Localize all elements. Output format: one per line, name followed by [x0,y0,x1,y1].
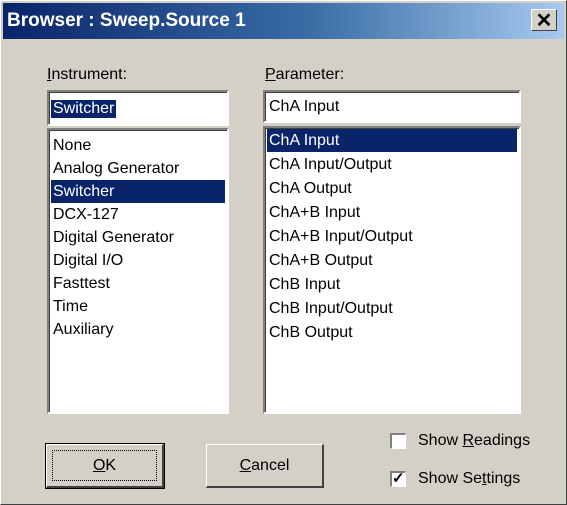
instrument-list-item[interactable]: Analog Generator [51,157,225,180]
window-title: Browser : Sweep.Source 1 [7,10,246,31]
parameter-input-text: ChA Input [269,98,340,115]
parameter-list-item[interactable]: ChA+B Output [267,249,517,272]
parameter-list-item[interactable]: ChA+B Input/Output [267,225,517,248]
browser-dialog: Browser : Sweep.Source 1 ✕ Instrument: S… [0,0,567,505]
instrument-list-item[interactable]: Fasttest [51,272,225,295]
instrument-list[interactable]: None Analog Generator Switcher DCX-127 Digit… [47,128,229,414]
ok-button[interactable]: OK [45,443,165,489]
show-readings-label: Show Readings [418,432,531,449]
instrument-list-item[interactable]: DCX-127 [51,203,225,226]
parameter-list-item[interactable]: ChB Input [267,273,517,296]
instrument-input[interactable]: Switcher [47,90,229,126]
show-settings-checkbox[interactable]: ✓ Show Settings [390,467,520,491]
show-readings-checkbox[interactable]: Show Readings [390,429,530,453]
show-settings-box[interactable]: ✓ [390,470,406,487]
title-bar[interactable]: Browser : Sweep.Source 1 ✕ [3,3,564,39]
parameter-list-item[interactable]: ChA Input/Output [267,153,517,176]
instrument-list-item[interactable]: Digital Generator [51,226,225,249]
instrument-list-item[interactable]: Switcher [51,180,225,203]
close-button[interactable]: ✕ [531,9,557,32]
parameter-label: Parameter: [265,66,345,83]
cancel-button[interactable]: Cancel [206,444,324,488]
show-readings-box[interactable] [390,433,406,449]
parameter-list-item[interactable]: ChA+B Input [267,201,517,224]
instrument-list-item[interactable]: Time [51,295,225,318]
close-icon: ✕ [535,10,553,32]
parameter-list-item[interactable]: ChA Output [267,177,517,200]
check-icon: ✓ [392,470,405,487]
show-settings-label: Show Settings [418,470,521,487]
instrument-list-item[interactable]: Auxiliary [51,318,225,341]
parameter-list-item[interactable]: ChB Output [267,321,517,344]
instrument-label: Instrument: [47,66,128,83]
parameter-input[interactable]: ChA Input [263,90,521,123]
parameter-list-item[interactable]: ChA Input [267,129,517,152]
instrument-list-item[interactable]: Digital I/O [51,249,225,272]
parameter-list-item[interactable]: ChB Input/Output [267,297,517,320]
parameter-list[interactable]: ChA Input ChA Input/Output ChA Output ChA+B… [263,126,521,414]
instrument-input-text: Switcher [51,100,117,118]
ok-focus-rect [52,450,157,481]
instrument-list-item[interactable]: None [51,134,225,157]
